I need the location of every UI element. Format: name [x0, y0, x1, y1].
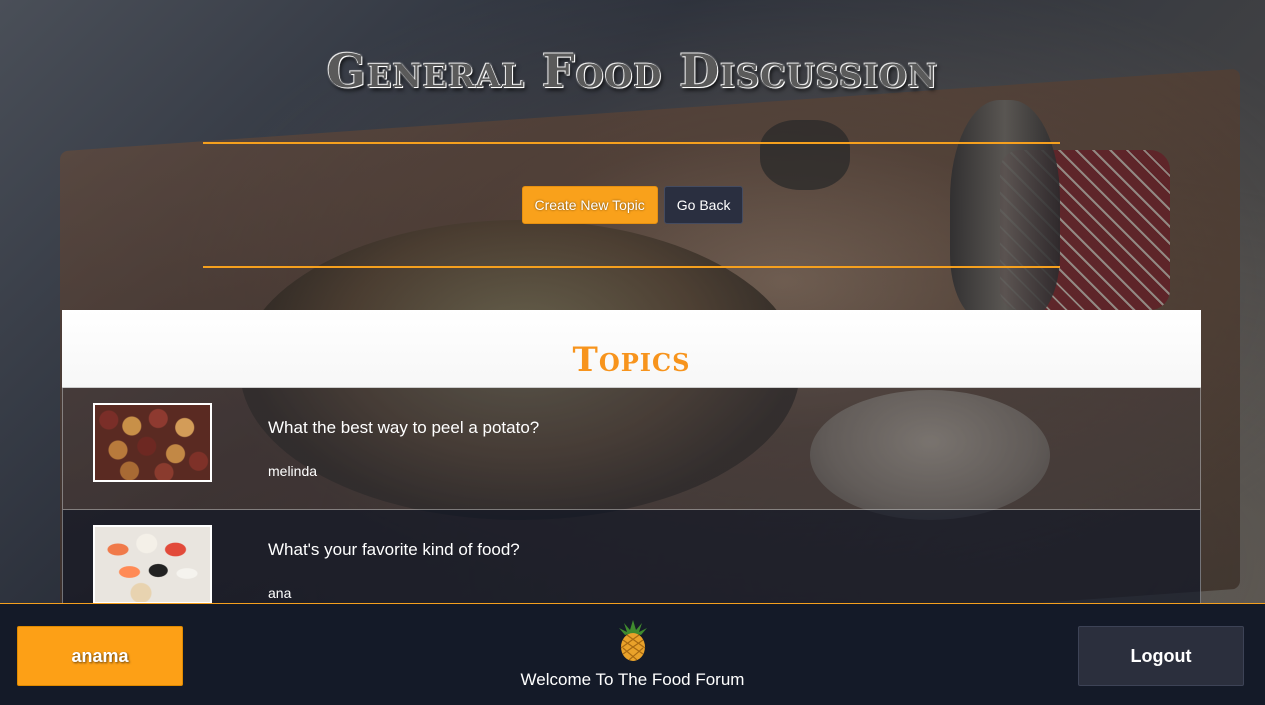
footer-bar: anama Welcome To The Food Forum Logout	[0, 603, 1265, 705]
topic-title[interactable]: What the best way to peel a potato?	[268, 418, 539, 438]
pineapple-icon	[612, 618, 654, 662]
background-cloth	[1000, 150, 1170, 310]
topics-heading: Topics	[572, 340, 691, 380]
topics-panel: Topics What the best way to peel a potat…	[62, 310, 1201, 632]
topic-thumbnail-potatoes[interactable]	[93, 403, 212, 482]
topics-header: Topics	[62, 310, 1201, 388]
topic-actions: Create New Topic Go Back	[0, 186, 1265, 224]
topic-thumbnail-sushi[interactable]	[93, 525, 212, 604]
topic-author: ana	[268, 585, 292, 601]
welcome-text: Welcome To The Food Forum	[520, 670, 745, 689]
topic-row[interactable]: What the best way to peel a potato? meli…	[62, 388, 1201, 510]
logout-button[interactable]: Logout	[1078, 626, 1244, 686]
page-title: General Food Discussion	[326, 44, 939, 98]
create-topic-button[interactable]: Create New Topic	[521, 186, 658, 224]
background-cup	[760, 120, 850, 190]
go-back-button[interactable]: Go Back	[663, 186, 744, 224]
topic-author: melinda	[268, 463, 318, 479]
topic-title[interactable]: What's your favorite kind of food?	[268, 540, 520, 560]
divider-top	[203, 142, 1060, 144]
divider-bottom	[203, 266, 1060, 268]
